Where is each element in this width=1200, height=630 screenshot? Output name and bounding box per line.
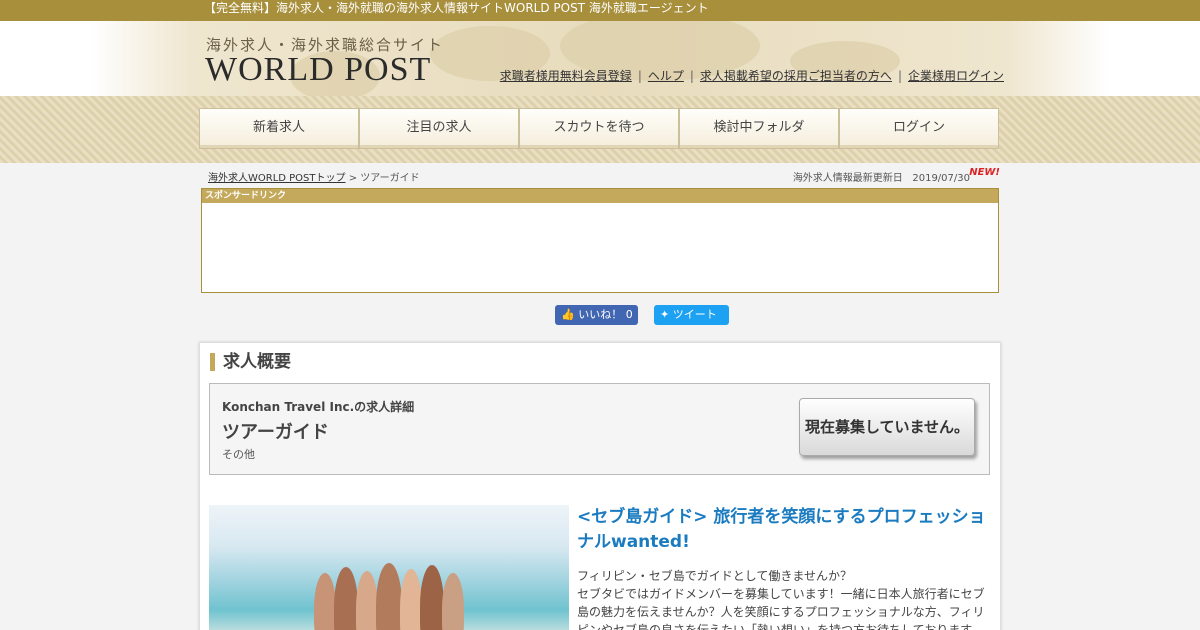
- top-banner-text: 【完全無料】海外求人・海外就職の海外求人情報サイトWORLD POST 海外就職…: [204, 1, 709, 15]
- site-logo[interactable]: WORLD POST: [205, 51, 431, 89]
- breadcrumb-home[interactable]: 海外求人WORLD POSTトップ: [208, 173, 346, 184]
- job-summary-box: Konchan Travel Inc.の求人詳細 ツアーガイド その他 現在募集…: [209, 383, 990, 475]
- sponsored-links-box: スポンサードリンク: [201, 188, 999, 293]
- social-buttons: 👍 いいね！ 0 ✦ ツイート: [200, 293, 1000, 342]
- last-updated: 海外求人情報最新更新日 2019/07/30: [792, 173, 970, 184]
- site-header: 海外求人・海外求職総合サイト WORLD POST 求職者様用無料会員登録 | ヘル…: [0, 21, 1200, 96]
- help-link[interactable]: ヘルプ: [648, 69, 684, 83]
- register-link[interactable]: 求職者様用無料会員登録: [500, 69, 632, 83]
- tweet-button[interactable]: ✦ ツイート: [654, 305, 729, 325]
- header-links: 求職者様用無料会員登録 | ヘルプ | 求人掲載希望の採用ご担当者の方へ | 企業様用ログイ…: [499, 69, 1004, 83]
- job-headline: <セブ島ガイド> 旅行者を笑顔にするプロフェッショナルwanted!: [577, 507, 986, 552]
- nav-wait-scout[interactable]: スカウトを待つ: [519, 108, 679, 149]
- nav-new-jobs[interactable]: 新着求人: [199, 108, 359, 149]
- last-updated-date: 2019/07/30: [912, 173, 970, 184]
- twitter-bird-icon: ✦: [660, 308, 670, 321]
- job-description: フィリピン・セブ島でガイドとして働きませんか？ セブタビではガイドメンバーを募集…: [577, 569, 985, 630]
- company-name: Konchan Travel Inc.の求人詳細: [222, 400, 415, 414]
- breadcrumb: 海外求人WORLD POSTトップ > ツアーガイド 海外求人情報最新更新日 2…: [208, 167, 1000, 184]
- section-title: 求人概要: [210, 353, 291, 371]
- job-overview-panel: 求人概要 Konchan Travel Inc.の求人詳細 ツアーガイド その他…: [199, 342, 1001, 630]
- nav-login[interactable]: ログイン: [839, 108, 999, 149]
- breadcrumb-current: ツアーガイド: [360, 173, 420, 184]
- job-category: その他: [222, 448, 255, 461]
- new-badge: NEW!: [969, 167, 1000, 178]
- facebook-like-button[interactable]: 👍 いいね！ 0: [555, 305, 638, 325]
- sponsored-label: スポンサードリンク: [202, 189, 998, 203]
- thumbs-up-icon: 👍: [561, 308, 575, 321]
- nav-saved-folder[interactable]: 検討中フォルダ: [679, 108, 839, 149]
- nav-featured-jobs[interactable]: 注目の求人: [359, 108, 519, 149]
- recruitment-status-badge: 現在募集していません。: [799, 398, 975, 456]
- nav-band: 新着求人 注目の求人 スカウトを待つ 検討中フォルダ ログイン: [0, 96, 1200, 163]
- main-nav: 新着求人 注目の求人 スカウトを待つ 検討中フォルダ ログイン: [199, 96, 1001, 149]
- job-photo: [209, 505, 569, 630]
- employer-login-link[interactable]: 企業様用ログイン: [908, 69, 1004, 83]
- employer-info-link[interactable]: 求人掲載希望の採用ご担当者の方へ: [700, 69, 892, 83]
- job-title: ツアーガイド: [222, 422, 329, 443]
- top-banner: 【完全無料】海外求人・海外就職の海外求人情報サイトWORLD POST 海外就職…: [0, 0, 1200, 21]
